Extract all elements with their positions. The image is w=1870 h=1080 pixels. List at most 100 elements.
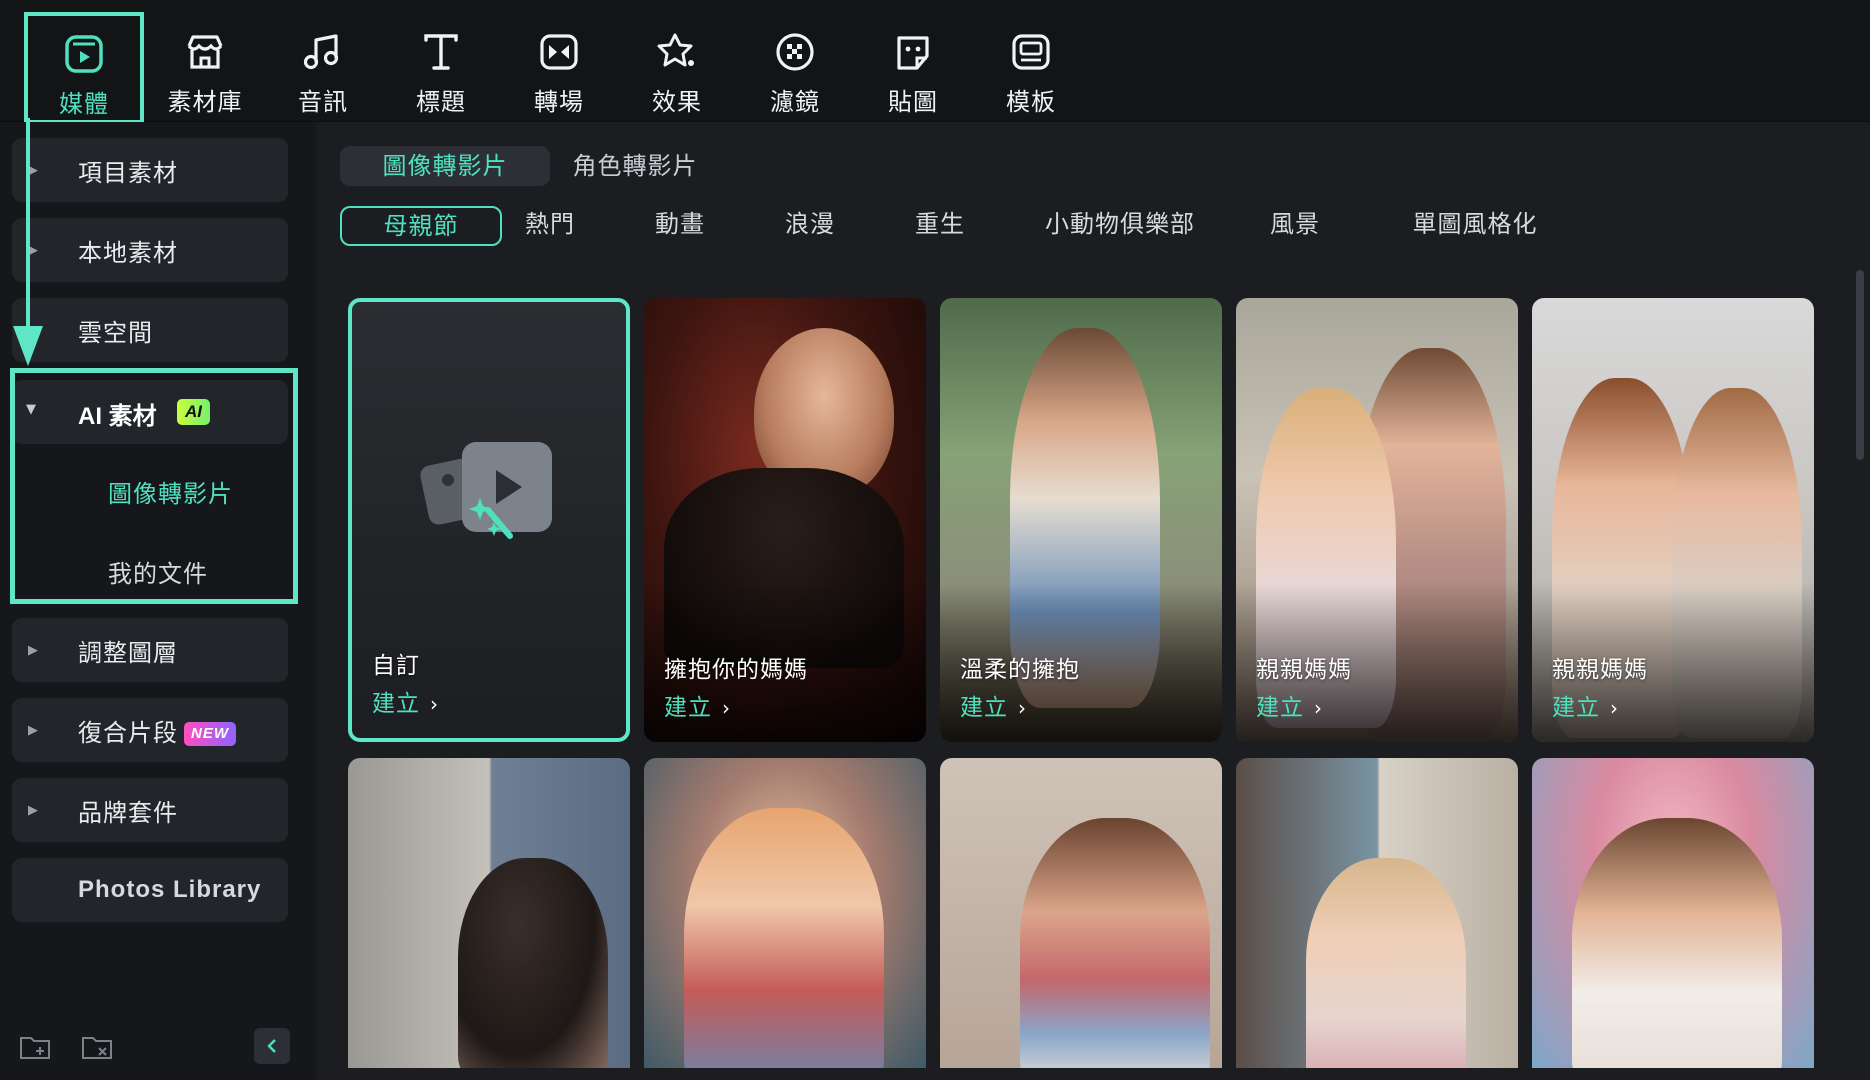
card-create-link[interactable]: 建立 › [1256, 688, 1323, 722]
card-title: 自訂 [372, 653, 420, 679]
toolbar-label: 效果 [652, 88, 702, 116]
template-card-gentle-hug[interactable]: 溫柔的擁抱 建立 › [940, 298, 1222, 742]
card-create-label: 建立 [1552, 695, 1600, 721]
template-card-thumbnail[interactable] [940, 758, 1222, 1068]
template-card-thumbnail[interactable] [644, 758, 926, 1068]
collapse-sidebar-button[interactable] [254, 1028, 290, 1064]
chip-pet-club[interactable]: 小動物俱樂部 [1040, 206, 1200, 246]
annotation-arrow-head [13, 326, 43, 366]
thumbnail-figure [1572, 818, 1782, 1068]
chevron-left-icon [267, 1039, 276, 1053]
card-title: 親親媽媽 [1256, 657, 1352, 683]
card-create-label: 建立 [664, 695, 712, 721]
sidebar-item-label: 調整圖層 [78, 638, 178, 667]
sticker-icon [897, 36, 929, 70]
chip-single-image-style[interactable]: 單圖風格化 [1395, 206, 1555, 246]
toolbar-label: 音訊 [298, 88, 348, 116]
toolbar-label: 轉場 [534, 88, 584, 116]
thumbnail-figure [1306, 858, 1466, 1068]
sidebar-item-label: 項目素材 [78, 158, 178, 187]
sidebar-item-label: 雲空間 [78, 318, 153, 347]
media-icon [65, 35, 103, 73]
chevron-right-icon: › [722, 696, 731, 720]
sidebar-item-local-media[interactable]: ▶ 本地素材 [12, 218, 288, 282]
sidebar-item-label: 本地素材 [78, 238, 178, 267]
template-card-custom[interactable]: 自訂 建立 › [348, 298, 630, 742]
template-card-hug-mom[interactable]: 擁抱你的媽媽 建立 › [644, 298, 926, 742]
sidebar-item-photos-library[interactable]: Photos Library [12, 858, 288, 922]
new-folder-icon[interactable] [18, 1030, 52, 1064]
template-card-thumbnail[interactable] [1236, 758, 1518, 1068]
music-icon [303, 34, 339, 70]
template-card-thumbnail[interactable] [348, 758, 630, 1068]
chevron-right-icon: › [1610, 696, 1619, 720]
store-icon [187, 35, 223, 69]
card-create-link[interactable]: 建立 › [1552, 688, 1619, 722]
chip-mothers-day[interactable]: 母親節 [340, 206, 502, 246]
sidebar-item-label: Photos Library [78, 876, 262, 903]
card-create-link[interactable]: 建立 › [664, 688, 731, 722]
toolbar-media[interactable]: 媒體 [24, 12, 144, 124]
toolbar-label: 標題 [416, 88, 466, 116]
sidebar-item-text: 復合片段 [78, 718, 178, 747]
delete-folder-icon[interactable] [80, 1030, 114, 1064]
card-create-label: 建立 [372, 691, 420, 717]
chevron-right-icon: › [430, 692, 439, 716]
top-toolbar: 媒體 素材庫 音訊 標題 轉場 效果 濾鏡 貼圖 模板 [0, 0, 1870, 124]
sidebar-item-project-media[interactable]: ▶ 項目素材 [12, 138, 288, 202]
sidebar-item-cloud[interactable]: ▶ 雲空間 [12, 298, 288, 362]
toolbar-stickers[interactable]: 貼圖 [858, 14, 968, 118]
chip-popular[interactable]: 熱門 [510, 206, 590, 246]
chevron-right-icon: › [1314, 696, 1323, 720]
sidebar-item-label: 復合片段 NEW [78, 713, 236, 748]
toolbar-templates[interactable]: 模板 [976, 14, 1086, 118]
annotation-arrow-line [26, 118, 30, 328]
transition-icon [540, 34, 578, 70]
filter-icon [776, 33, 814, 71]
template-icon [1012, 34, 1050, 70]
image-to-video-icon [420, 442, 552, 539]
template-card-kiss-mom-1[interactable]: 親親媽媽 建立 › [1236, 298, 1518, 742]
sidebar-item-adjustment-layer[interactable]: ▶ 調整圖層 [12, 618, 288, 682]
caret-right-icon: ▶ [28, 722, 38, 738]
toolbar-titles[interactable]: 標題 [386, 14, 496, 118]
toolbar-label: 濾鏡 [770, 88, 820, 116]
caret-right-icon: ▶ [28, 802, 38, 818]
template-card-kiss-mom-2[interactable]: 親親媽媽 建立 › [1532, 298, 1814, 742]
toolbar-audio[interactable]: 音訊 [268, 14, 378, 118]
toolbar-effects[interactable]: 效果 [622, 14, 732, 118]
thumbnail-figure [684, 808, 884, 1068]
toolbar-label: 模板 [1006, 88, 1056, 116]
chip-animation[interactable]: 動畫 [640, 206, 720, 246]
toolbar-filters[interactable]: 濾鏡 [740, 14, 850, 118]
toolbar-label: 素材庫 [167, 88, 243, 116]
toolbar-label: 貼圖 [888, 88, 938, 116]
sidebar-item-compound-clip[interactable]: ▶ 復合片段 NEW [12, 698, 288, 762]
card-create-link[interactable]: 建立 › [372, 684, 439, 718]
chevron-right-icon: › [1018, 696, 1027, 720]
new-badge: NEW [184, 721, 236, 746]
chip-scenery[interactable]: 風景 [1255, 206, 1335, 246]
chip-romance[interactable]: 浪漫 [770, 206, 850, 246]
app-window: 媒體 素材庫 音訊 標題 轉場 效果 濾鏡 貼圖 模板 ▶ 項目素材 ▶ 本地素… [0, 0, 1870, 1080]
thumbnail-figure [1020, 818, 1210, 1068]
caret-right-icon: ▶ [28, 642, 38, 658]
toolbar-label: 媒體 [59, 90, 109, 118]
tab-character-to-video[interactable]: 角色轉影片 [560, 146, 710, 186]
card-create-label: 建立 [960, 695, 1008, 721]
toolbar-store[interactable]: 素材庫 [150, 14, 260, 118]
tab-image-to-video[interactable]: 圖像轉影片 [340, 146, 550, 186]
sidebar-item-brand-kit[interactable]: ▶ 品牌套件 [12, 778, 288, 842]
highlight-frame [10, 368, 298, 604]
thumbnail-figure [458, 858, 608, 1068]
card-title: 親親媽媽 [1552, 657, 1648, 683]
effects-icon [657, 33, 694, 67]
chip-rebirth[interactable]: 重生 [900, 206, 980, 246]
toolbar-transitions[interactable]: 轉場 [504, 14, 614, 118]
sidebar-item-label: 品牌套件 [78, 798, 178, 827]
card-create-label: 建立 [1256, 695, 1304, 721]
vertical-scrollbar[interactable] [1856, 270, 1864, 460]
template-card-thumbnail[interactable] [1532, 758, 1814, 1068]
card-create-link[interactable]: 建立 › [960, 688, 1027, 722]
title-icon [424, 34, 458, 70]
